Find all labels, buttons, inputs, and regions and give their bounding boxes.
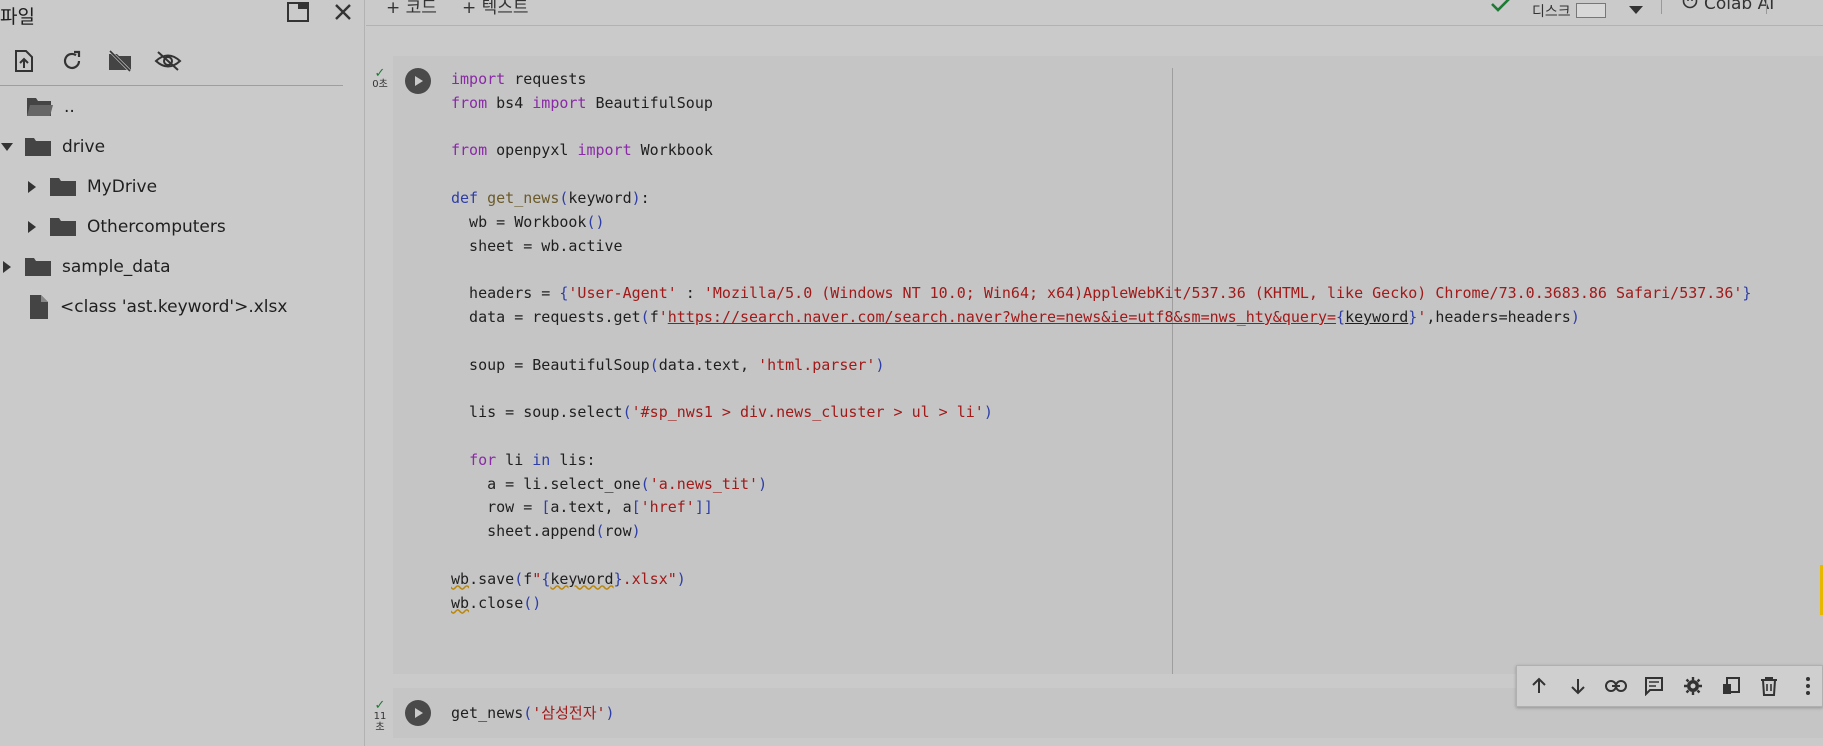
caret-right-icon[interactable] [25,181,39,193]
hide-hidden-files-icon[interactable] [152,45,184,77]
success-check-icon: ✓ [374,66,386,81]
add-code-button[interactable]: + 코드 [386,0,437,18]
folder-icon [49,216,77,238]
delete-icon[interactable] [1755,671,1783,701]
exec-time: 11 [373,711,387,722]
more-options-icon[interactable] [1794,671,1822,701]
toolbar-divider [1766,0,1767,14]
code-editor[interactable]: import requests from bs4 import Beautiful… [451,68,1751,615]
code-editor[interactable]: get_news('삼성전자') [451,702,615,723]
exec-time-unit: 초 [375,722,385,733]
folder-open-icon [26,96,54,118]
disk-label: 디스크 [1532,4,1571,20]
link-icon[interactable] [1602,671,1630,701]
play-icon [415,708,423,718]
folder-icon [24,136,52,158]
upload-file-icon[interactable] [8,45,40,77]
cell-exec-status: ✓ 11 초 [370,698,390,733]
tree-item-label: MyDrive [87,177,158,197]
mirror-cell-icon[interactable] [1717,671,1745,701]
tree-item-label: Othercomputers [87,217,226,237]
files-panel-title: 파일 [0,6,35,28]
tree-item-mydrive[interactable]: MyDrive [25,171,157,203]
cell-toolbar [1516,665,1823,707]
files-panel-divider [0,85,343,86]
sparkle-icon [1682,0,1698,14]
caret-right-icon[interactable] [0,261,14,273]
tree-item-sample-data[interactable]: sample_data [0,251,171,283]
refresh-icon[interactable] [56,45,88,77]
folder-icon [24,256,52,278]
disk-usage-bar [1576,3,1606,18]
unmount-drive-icon[interactable] [104,45,136,77]
tree-item-label: <class 'ast.keyword'>.xlsx [60,297,288,317]
cell-exec-status: ✓ 0초 [370,66,390,90]
caret-right-icon[interactable] [25,221,39,233]
run-cell-button[interactable] [405,68,431,94]
folder-icon [49,176,77,198]
files-toolbar [8,45,184,77]
close-icon[interactable] [330,0,356,24]
exec-time: 0초 [372,79,388,90]
connected-check-icon [1490,0,1512,16]
run-cell-button[interactable] [405,700,431,726]
notebook-toolbar: + 코드 + 텍스트 디스크 Colab AI [366,0,1823,26]
move-up-icon[interactable] [1525,671,1553,701]
tree-item-xlsx-file[interactable]: <class 'ast.keyword'>.xlsx [28,291,287,323]
comment-icon[interactable] [1640,671,1668,701]
tree-item-drive[interactable]: drive [0,131,105,163]
caret-down-icon[interactable] [0,142,14,152]
tree-item-label: sample_data [62,257,171,277]
gear-icon[interactable] [1679,671,1707,701]
tree-item-othercomputers[interactable]: Othercomputers [25,211,226,243]
tree-item-parent[interactable]: .. [26,91,75,123]
move-down-icon[interactable] [1563,671,1591,701]
runtime-dropdown-icon[interactable] [1628,0,1644,19]
colab-ai-button[interactable]: Colab AI [1682,0,1774,14]
play-icon [415,76,423,86]
toolbar-divider [1661,0,1662,14]
colab-ai-label: Colab AI [1704,0,1775,14]
tree-item-label: .. [64,97,75,117]
tree-item-label: drive [62,137,106,157]
success-check-icon: ✓ [374,698,386,713]
file-icon [28,294,50,320]
add-text-button[interactable]: + 텍스트 [462,0,529,18]
files-panel: 파일 .. drive MyDrive Othercomputers sampl… [0,0,365,746]
open-in-window-icon[interactable] [285,0,311,24]
